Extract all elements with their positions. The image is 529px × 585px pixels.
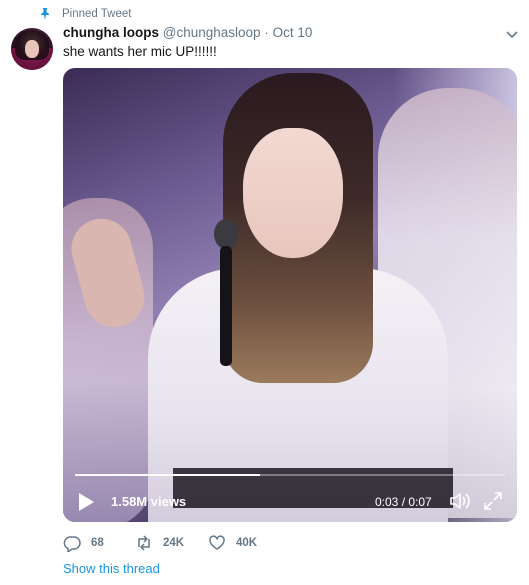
show-thread-link[interactable]: Show this thread <box>63 561 160 576</box>
video-player[interactable]: 1.58M views 0:03 / 0:07 <box>63 68 517 522</box>
tweet-header: chungha loops @chunghasloop · Oct 10 <box>63 25 312 43</box>
like-count: 40K <box>236 537 258 549</box>
pinned-label: Pinned Tweet <box>62 8 132 20</box>
view-count: 1.58M views <box>111 494 187 509</box>
chevron-down-icon[interactable] <box>505 30 519 40</box>
display-name[interactable]: chungha loops <box>63 25 159 40</box>
play-icon[interactable] <box>77 492 95 512</box>
reply-button[interactable]: 68 <box>63 533 104 553</box>
volume-icon[interactable] <box>449 491 471 511</box>
pinned-tweet-header: Pinned Tweet <box>0 6 529 24</box>
user-handle[interactable]: @chunghasloop <box>163 25 261 40</box>
microphone-image <box>214 219 238 366</box>
reply-icon <box>63 536 81 552</box>
video-progress-fill <box>75 474 260 476</box>
video-progress-bar[interactable] <box>75 474 505 476</box>
heart-icon <box>209 535 225 550</box>
separator-dot: · <box>264 25 269 40</box>
retweet-count: 24K <box>163 537 185 549</box>
tweet-date[interactable]: Oct 10 <box>273 25 313 40</box>
retweet-icon <box>138 535 150 551</box>
fullscreen-icon[interactable] <box>483 491 503 511</box>
retweet-button[interactable]: 24K <box>135 533 184 553</box>
avatar[interactable] <box>11 28 53 70</box>
reply-count: 68 <box>91 537 104 549</box>
video-time: 0:03 / 0:07 <box>375 495 432 509</box>
pin-icon <box>41 8 49 20</box>
tweet-actions: 68 24K 40K <box>63 533 323 553</box>
like-button[interactable]: 40K <box>208 533 257 553</box>
tweet-text: she wants her mic UP!!!!!! <box>63 44 217 59</box>
